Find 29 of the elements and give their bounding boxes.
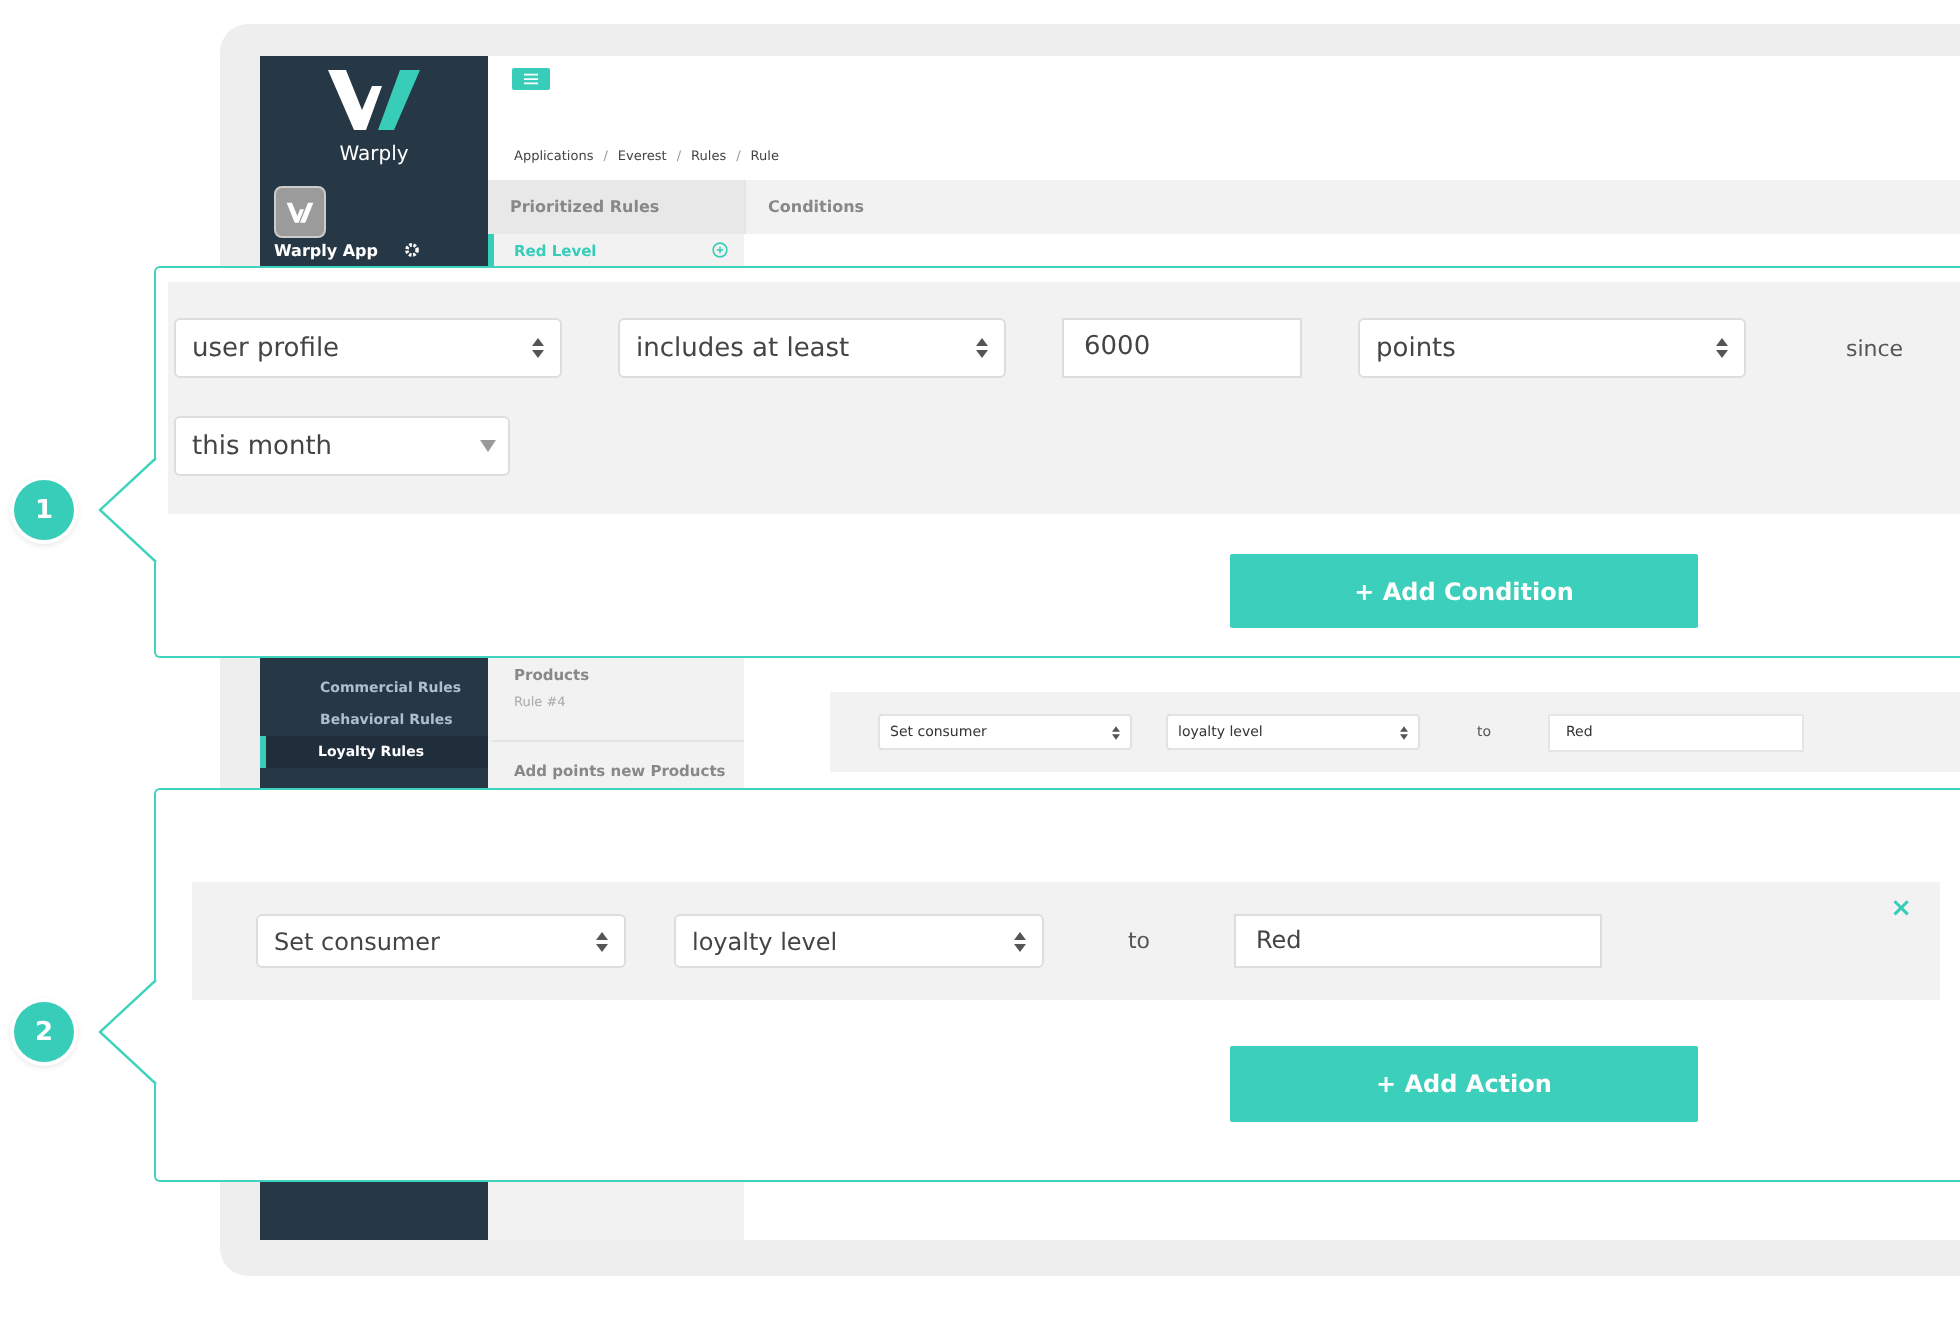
field-label: to <box>1125 928 1153 954</box>
sort-icon <box>1014 931 1026 951</box>
input-field[interactable]: Red <box>1234 914 1602 968</box>
step-number: 1 <box>14 480 74 540</box>
app-name: Warply App <box>274 241 378 259</box>
sort-icon <box>1400 725 1408 739</box>
select-field[interactable]: user profile <box>174 318 562 378</box>
sort-icon <box>1112 725 1120 739</box>
panel-title: Conditions <box>744 180 1960 234</box>
menu-icon <box>522 72 540 86</box>
menu-button[interactable] <box>512 68 550 90</box>
select-field[interactable]: points <box>1358 318 1746 378</box>
brand-name: Warply <box>339 144 409 166</box>
sort-icon <box>596 931 608 951</box>
settings-icon[interactable] <box>404 242 420 258</box>
panel-title: Prioritized Rules <box>488 180 744 234</box>
step-number: 2 <box>14 1002 74 1062</box>
input-field[interactable]: 6000 <box>1062 318 1302 378</box>
select-field[interactable]: Set consumer <box>256 914 626 968</box>
sort-icon <box>976 338 988 358</box>
field-label: since <box>1846 335 1904 361</box>
sort-icon <box>532 338 544 358</box>
app-icon[interactable] <box>274 186 326 238</box>
caret-icon <box>480 440 496 452</box>
dropdown-field[interactable]: this month <box>174 416 510 476</box>
sort-icon <box>1716 338 1728 358</box>
select-field[interactable]: includes at least <box>618 318 1006 378</box>
logo-icon <box>328 70 420 130</box>
select-field[interactable]: loyalty level <box>674 914 1044 968</box>
